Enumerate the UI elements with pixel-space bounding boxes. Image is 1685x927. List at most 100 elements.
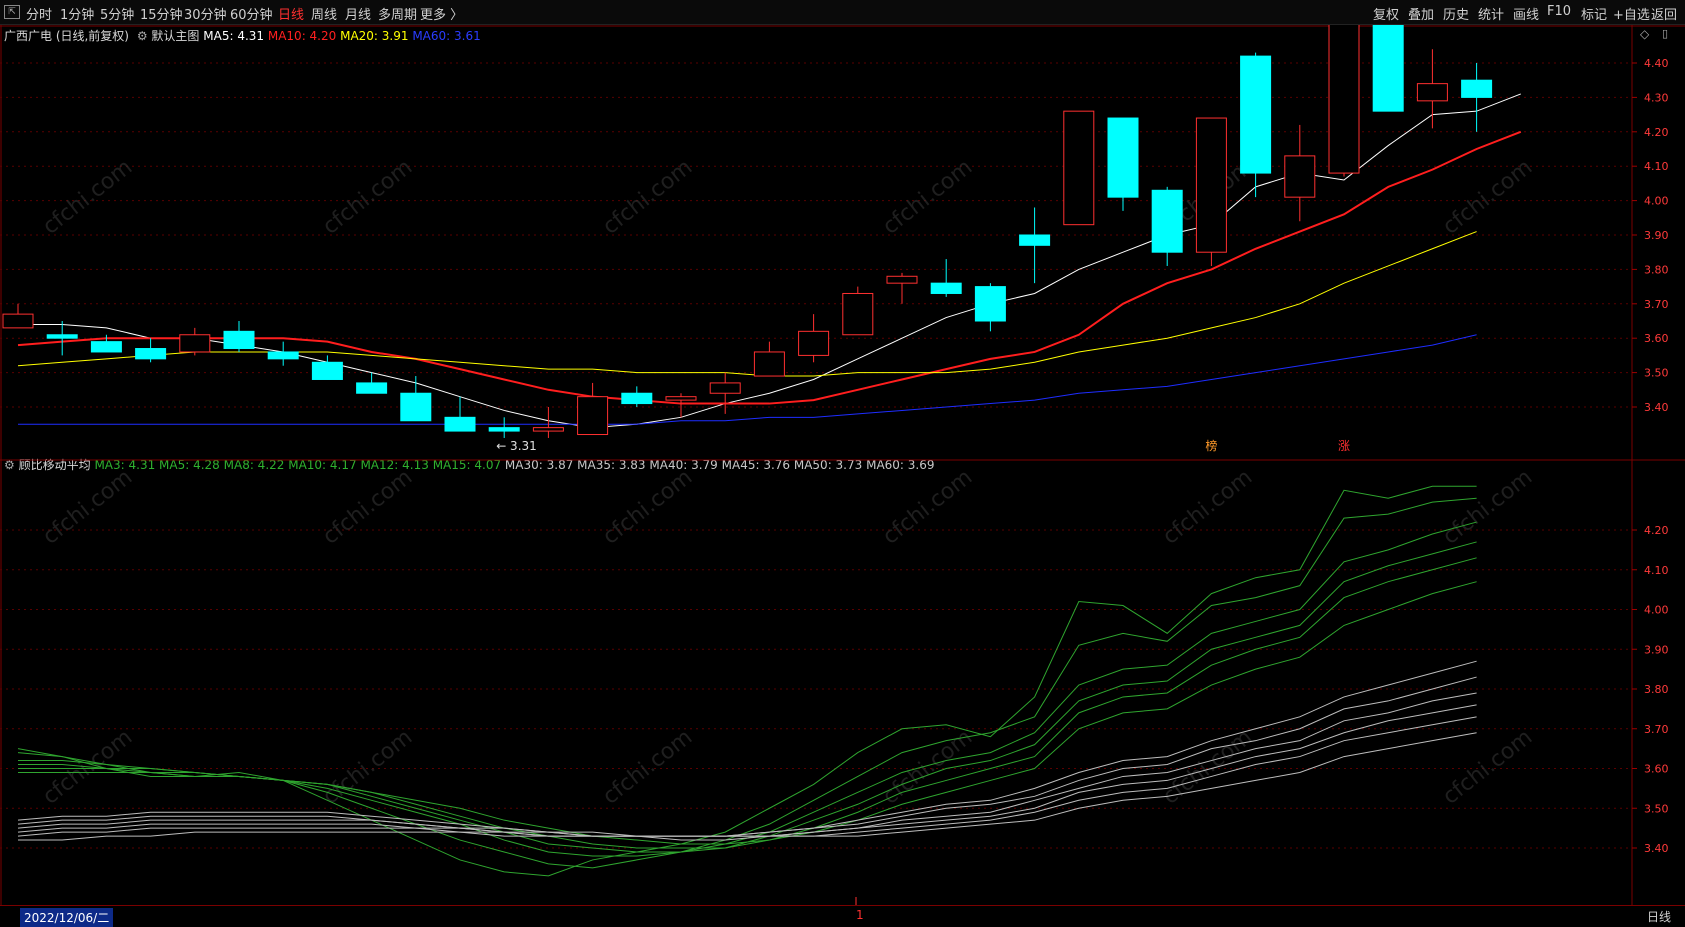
main-tick-label-10: 3.40 bbox=[1644, 401, 1669, 414]
candle-body-27 bbox=[1195, 117, 1227, 253]
watermark-7: cfchi.com bbox=[318, 465, 417, 550]
toolbar-button-4[interactable]: 画线 bbox=[1513, 4, 1539, 23]
watermark-10: cfchi.com bbox=[1158, 465, 1257, 550]
watermark-17: cfchi.com bbox=[1438, 725, 1537, 810]
watermark-14: cfchi.com bbox=[598, 725, 697, 810]
toolbar-button-5[interactable]: F10 bbox=[1547, 4, 1571, 19]
toolbar-button-8[interactable]: 返回 bbox=[1651, 4, 1677, 23]
gmma-line-2 bbox=[18, 521, 1477, 857]
candle-body-2 bbox=[90, 341, 122, 353]
candle-body-9 bbox=[400, 392, 432, 422]
expand-icon[interactable]: ⇱ bbox=[4, 5, 20, 19]
candle-body-12 bbox=[532, 427, 564, 432]
main-tick-label-8: 3.60 bbox=[1644, 332, 1669, 345]
event-marker-1: 涨 bbox=[1338, 438, 1350, 453]
tab-period-10[interactable]: 更多 〉 bbox=[420, 4, 463, 23]
watermark-0: cfchi.com bbox=[38, 155, 137, 240]
tab-period-8[interactable]: 月线 bbox=[345, 4, 371, 23]
sub-tick-label-6: 3.60 bbox=[1644, 763, 1669, 776]
watermark-16: cfchi.com bbox=[1158, 725, 1257, 810]
candle-body-25 bbox=[1107, 117, 1139, 198]
candle-body-4 bbox=[179, 334, 211, 353]
candle-body-14 bbox=[621, 392, 653, 405]
sub-tick-label-5: 3.70 bbox=[1644, 723, 1669, 736]
price-annotation-0: ← 3.31 bbox=[496, 439, 537, 453]
watermark-8: cfchi.com bbox=[598, 465, 697, 550]
cursor-date: 2022/12/06/二 bbox=[20, 908, 114, 927]
toolbar-button-6[interactable]: 标记 bbox=[1581, 4, 1607, 23]
candle-body-26 bbox=[1151, 189, 1183, 253]
candle-body-33 bbox=[1461, 79, 1493, 98]
watermark-11: cfchi.com bbox=[1438, 465, 1537, 550]
bottom-bar: 2022/12/06/二 1 日线 bbox=[0, 905, 1685, 927]
sub-tick-label-8: 3.40 bbox=[1644, 842, 1669, 855]
main-tick-label-2: 4.20 bbox=[1644, 126, 1669, 139]
gmma-line-4 bbox=[18, 557, 1477, 849]
watermark-5: cfchi.com bbox=[1438, 155, 1537, 240]
watermark-3: cfchi.com bbox=[878, 155, 977, 240]
tab-period-3[interactable]: 15分钟 bbox=[140, 4, 183, 23]
month-marker: 1 bbox=[856, 908, 864, 922]
candle-body-3 bbox=[135, 348, 167, 360]
candle-body-29 bbox=[1284, 155, 1316, 198]
toolbar-button-1[interactable]: 叠加 bbox=[1408, 4, 1434, 23]
main-tick-label-6: 3.80 bbox=[1644, 263, 1669, 276]
toolbar-button-2[interactable]: 历史 bbox=[1443, 4, 1469, 23]
sub-tick-label-4: 3.80 bbox=[1644, 683, 1669, 696]
candle-body-7 bbox=[311, 361, 343, 380]
watermark-1: cfchi.com bbox=[318, 155, 417, 240]
kline-chart[interactable]: 4.40 4.30 4.20 4.10 4.00 3.90 3.80 3.70 3.60 3.50… bbox=[0, 25, 1685, 905]
toolbar-button-3[interactable]: 统计 bbox=[1478, 4, 1504, 23]
sub-tick-label-7: 3.50 bbox=[1644, 802, 1669, 815]
candle-body-28 bbox=[1240, 55, 1272, 174]
tab-period-9[interactable]: 多周期 bbox=[378, 4, 417, 23]
candle-body-10 bbox=[444, 416, 476, 432]
sub-tick-label-3: 3.90 bbox=[1644, 643, 1669, 656]
watermark-9: cfchi.com bbox=[878, 465, 977, 550]
candle-body-1 bbox=[46, 334, 78, 339]
sub-tick-label-1: 4.10 bbox=[1644, 564, 1669, 577]
main-tick-label-4: 4.00 bbox=[1644, 195, 1669, 208]
candle-body-15 bbox=[665, 396, 697, 401]
tab-period-1[interactable]: 1分钟 bbox=[60, 4, 94, 23]
event-marker-0: 榜 bbox=[1205, 438, 1217, 453]
tab-period-2[interactable]: 5分钟 bbox=[100, 4, 134, 23]
candle-body-11 bbox=[488, 427, 520, 432]
candle-body-18 bbox=[798, 330, 830, 356]
main-tick-label-5: 3.90 bbox=[1644, 229, 1669, 242]
candle-body-19 bbox=[842, 292, 874, 336]
tab-period-6[interactable]: 日线 bbox=[278, 4, 304, 23]
candle-body-6 bbox=[267, 351, 299, 360]
main-tick-label-1: 4.30 bbox=[1644, 91, 1669, 104]
candle-body-20 bbox=[886, 275, 918, 284]
tab-period-0[interactable]: 分时 bbox=[26, 4, 52, 23]
tab-period-5[interactable]: 60分钟 bbox=[230, 4, 273, 23]
candle-body-17 bbox=[753, 351, 785, 377]
sub-tick-label-2: 4.00 bbox=[1644, 604, 1669, 617]
candle-body-13 bbox=[577, 396, 609, 436]
candle-body-23 bbox=[1019, 234, 1051, 246]
watermark-13: cfchi.com bbox=[318, 725, 417, 810]
candle-body-21 bbox=[930, 282, 962, 294]
tab-period-7[interactable]: 周线 bbox=[311, 4, 337, 23]
candle-body-8 bbox=[356, 382, 388, 394]
gmma-line-3 bbox=[18, 541, 1477, 853]
candle-body-0 bbox=[2, 313, 34, 329]
main-tick-label-9: 3.50 bbox=[1644, 367, 1669, 380]
period-label[interactable]: 日线 bbox=[1647, 908, 1671, 925]
watermark-6: cfchi.com bbox=[38, 465, 137, 550]
watermark-2: cfchi.com bbox=[598, 155, 697, 240]
toolbar-button-0[interactable]: 复权 bbox=[1373, 4, 1399, 23]
sub-tick-label-0: 4.20 bbox=[1644, 524, 1669, 537]
gmma-line-0 bbox=[17, 485, 1477, 877]
candle-body-32 bbox=[1416, 83, 1448, 102]
main-tick-label-0: 4.40 bbox=[1644, 57, 1669, 70]
candle-body-31 bbox=[1372, 25, 1404, 112]
tab-period-4[interactable]: 30分钟 bbox=[184, 4, 227, 23]
candle-body-30 bbox=[1328, 25, 1360, 174]
toolbar-button-7[interactable]: +自选 bbox=[1613, 4, 1650, 23]
main-ma-line-2 bbox=[17, 231, 1477, 377]
candle-body-5 bbox=[223, 330, 255, 350]
main-tick-label-7: 3.70 bbox=[1644, 298, 1669, 311]
candle-body-22 bbox=[974, 286, 1006, 322]
